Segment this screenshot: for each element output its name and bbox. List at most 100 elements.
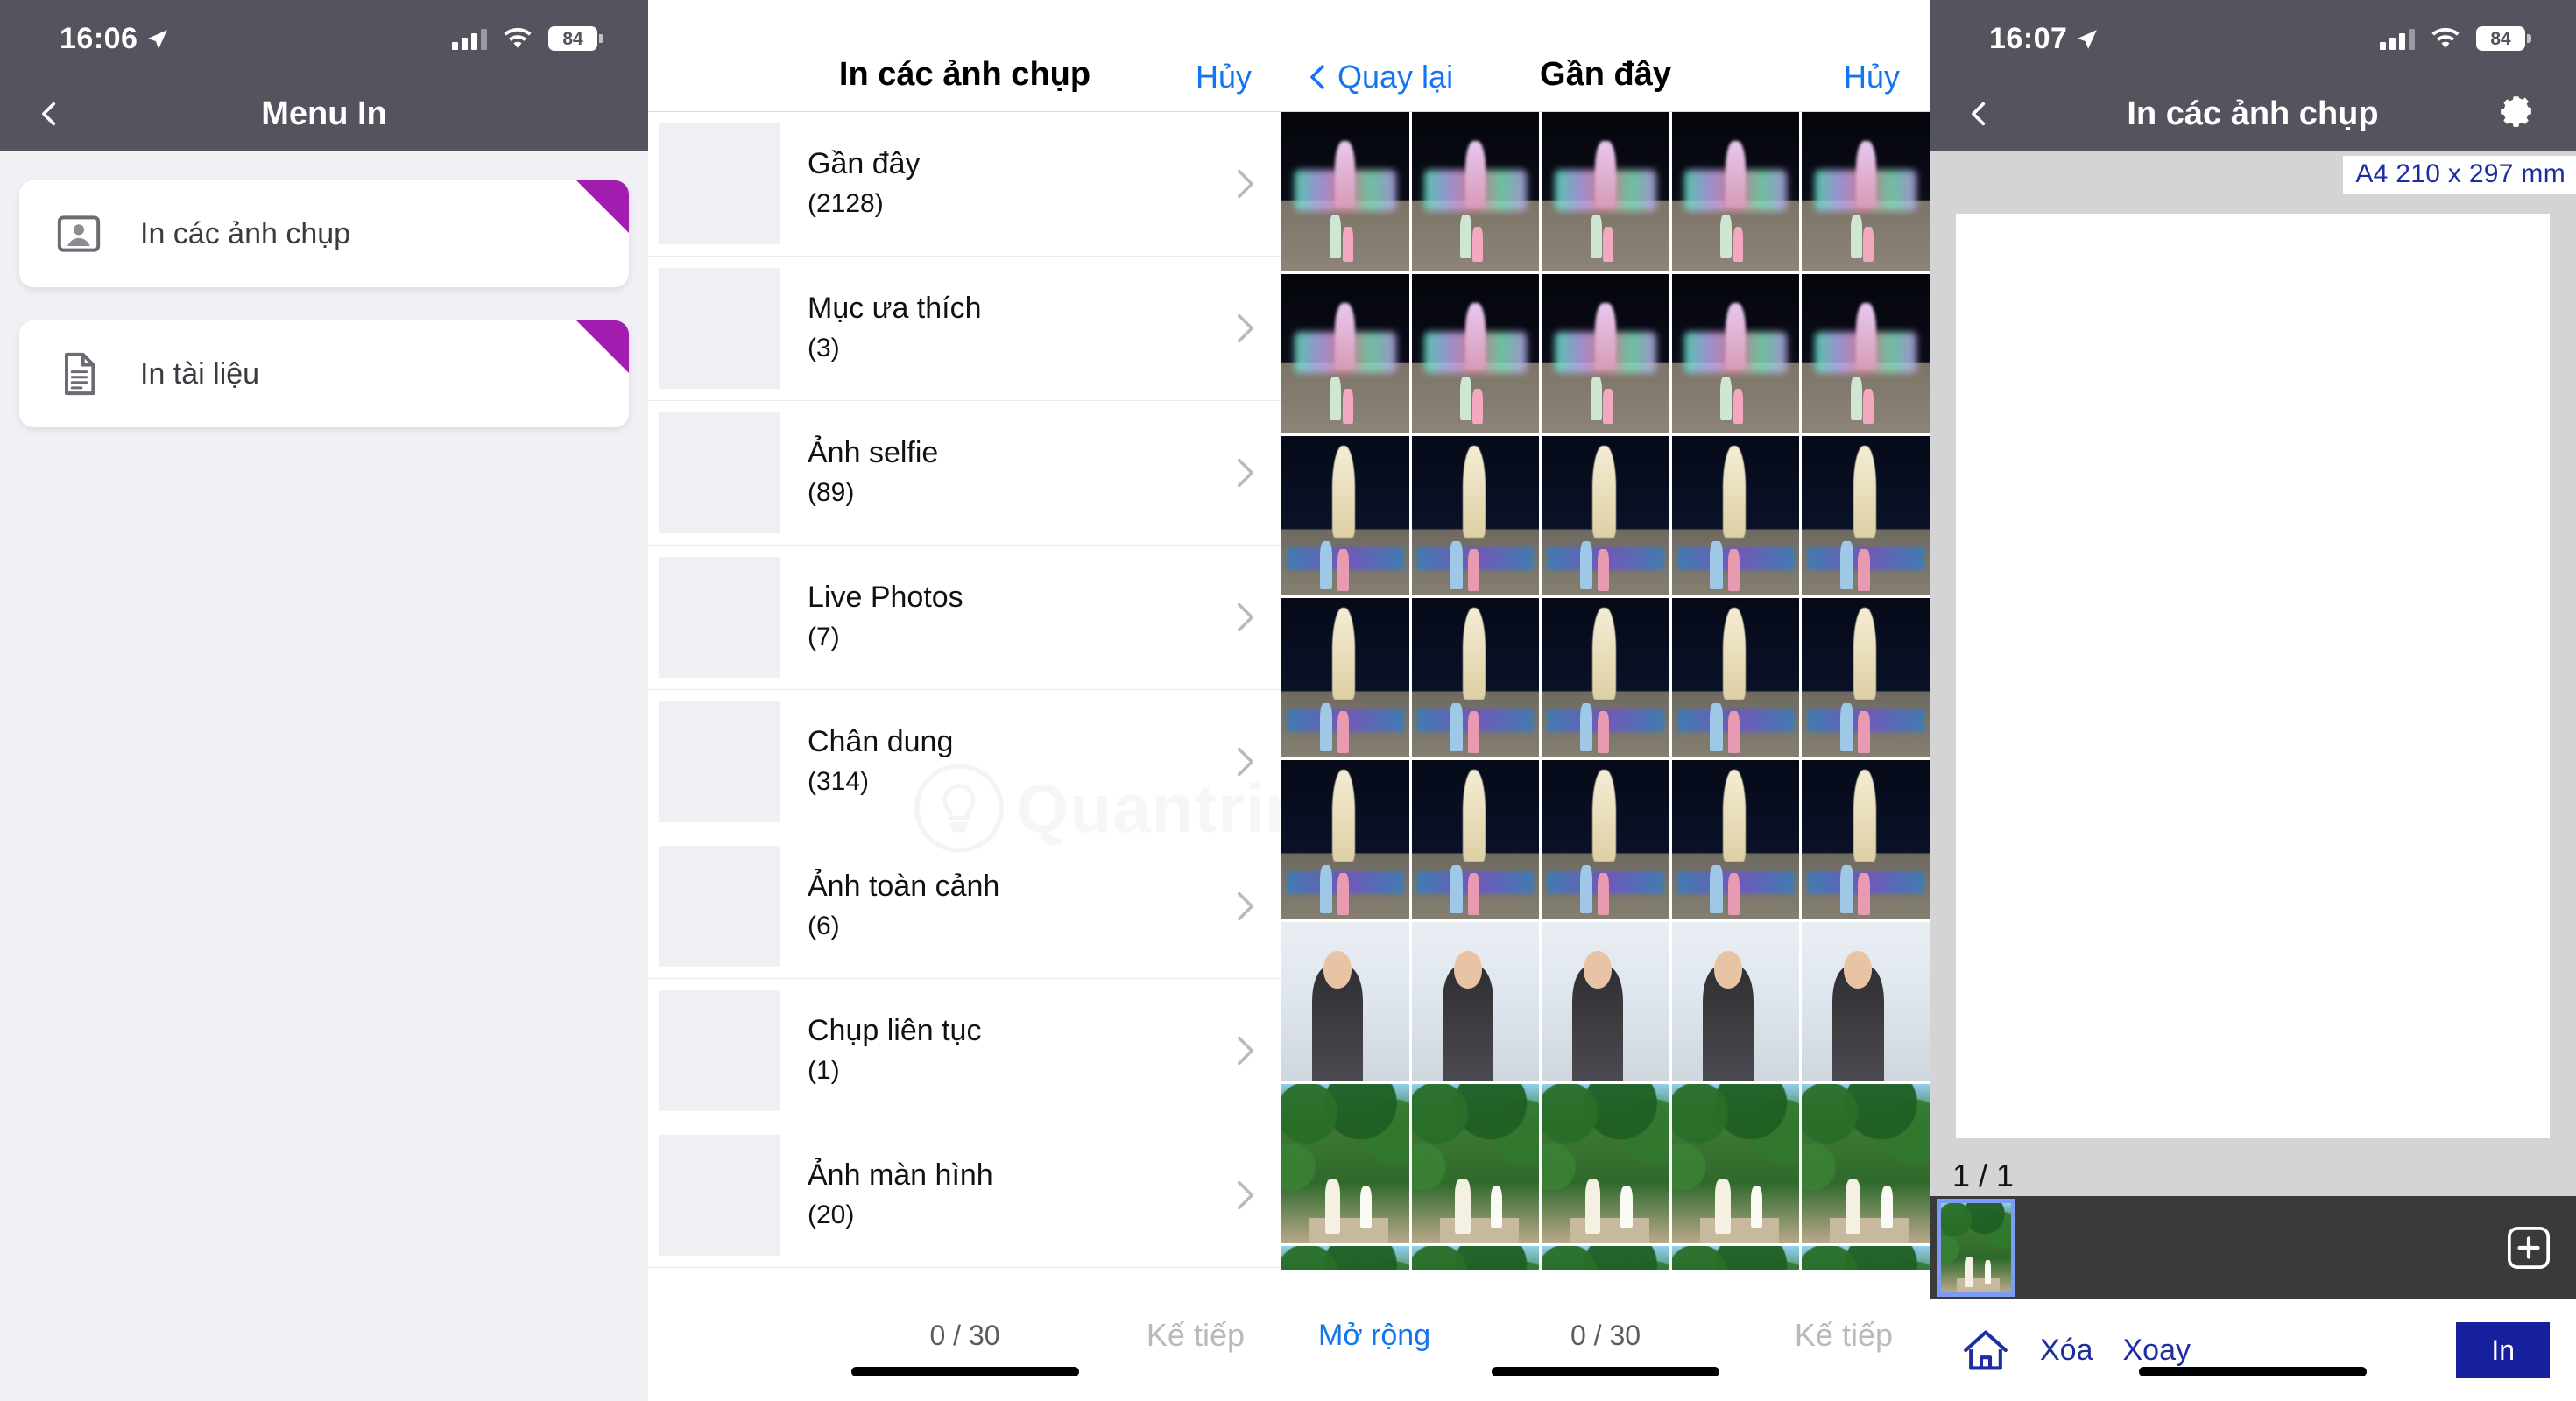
wifi-icon	[504, 27, 532, 48]
album-count: (7)	[808, 623, 840, 652]
list-item[interactable]: Ảnh toàn cảnh (6)	[648, 834, 1281, 979]
photo-grid-cell[interactable]	[1671, 598, 1800, 757]
photo-grid-cell[interactable]	[1671, 112, 1800, 271]
photo-grid-cell[interactable]	[1411, 760, 1540, 919]
list-item[interactable]: Chân dung (314)	[648, 690, 1281, 834]
photo-grid-cell[interactable]	[1542, 274, 1669, 433]
print-preview-page[interactable]	[1956, 214, 2550, 1138]
back-label: Quay lại	[1337, 59, 1454, 95]
battery-level: 84	[562, 28, 583, 49]
filmstrip[interactable]	[1930, 1196, 2576, 1299]
plus-box-icon[interactable]	[2504, 1223, 2553, 1272]
photo-grid-cell[interactable]	[1802, 760, 1930, 919]
gear-icon[interactable]	[2499, 95, 2537, 133]
document-icon	[65, 352, 95, 396]
photo-grid-cell[interactable]	[1802, 922, 1930, 1081]
photo-grid-cell[interactable]	[1542, 1084, 1669, 1243]
home-icon[interactable]	[1961, 1328, 2010, 1372]
photo-grid-cell[interactable]	[1281, 436, 1409, 595]
menu-item-label: In tài liệu	[140, 356, 260, 391]
photo-grid-cell[interactable]	[1802, 1084, 1930, 1243]
photo-grid-cell[interactable]	[1671, 1084, 1800, 1243]
photo-grid-cell[interactable]	[1671, 436, 1800, 595]
photo-grid-cell[interactable]	[1802, 274, 1930, 433]
photo-grid-cell[interactable]	[1802, 112, 1930, 271]
photo-grid-cell[interactable]	[1281, 922, 1409, 1081]
list-item[interactable]: Mục ưa thích (3)	[648, 257, 1281, 401]
list-item[interactable]: Live Photos (7)	[648, 546, 1281, 690]
photo-grid-cell[interactable]	[1411, 1084, 1540, 1243]
battery-icon: 84	[2476, 26, 2531, 51]
paper-size-badge[interactable]: A4 210 x 297 mm	[2343, 156, 2576, 194]
album-text: Live Photos (7)	[808, 578, 963, 658]
photo-grid-cell[interactable]	[1802, 436, 1930, 595]
album-text: Ảnh selfie (89)	[808, 433, 938, 513]
expand-button[interactable]: Mở rộng	[1318, 1319, 1430, 1353]
photo-grid-cell[interactable]	[1281, 1084, 1409, 1243]
status-left: 16:07	[1989, 22, 2099, 56]
cellular-signal-icon	[452, 27, 487, 50]
photo-grid-cell[interactable]	[1671, 274, 1800, 433]
rotate-button[interactable]: Xoay	[2123, 1334, 2191, 1368]
location-arrow-icon	[148, 30, 168, 49]
next-button[interactable]: Kế tiếp	[1795, 1317, 1893, 1354]
photo-grid-cell[interactable]	[1671, 760, 1800, 919]
photo-grid-cell[interactable]	[1411, 922, 1540, 1081]
photo-grid-cell[interactable]	[1802, 598, 1930, 757]
chevron-left-icon[interactable]	[1965, 99, 1994, 129]
menu-list: In các ảnh chụp In tài liệu	[0, 151, 648, 1401]
photo-grid-cell[interactable]	[1411, 1246, 1540, 1270]
chevron-left-icon[interactable]	[35, 99, 65, 129]
list-item[interactable]: Ảnh màn hình (20)	[648, 1123, 1281, 1268]
chevron-left-icon	[1310, 65, 1324, 89]
photo-grid-cell[interactable]	[1281, 112, 1409, 271]
album-count: (3)	[808, 334, 840, 363]
menu-item-print-photos[interactable]: In các ảnh chụp	[19, 180, 629, 287]
photo-grid-cell[interactable]	[1542, 1246, 1669, 1270]
photo-grid-cell[interactable]	[1802, 1246, 1930, 1270]
photo-grid-cell[interactable]	[1281, 274, 1409, 433]
chevron-right-icon	[1238, 1036, 1253, 1066]
menu-item-print-document[interactable]: In tài liệu	[19, 320, 629, 427]
photo-grid[interactable]	[1281, 112, 1930, 1270]
photo-grid-cell[interactable]	[1542, 760, 1669, 919]
list-item[interactable]: Ảnh selfie (89)	[648, 401, 1281, 546]
photo-grid-cell[interactable]	[1542, 436, 1669, 595]
album-list[interactable]: Gần đây (2128) Mục ưa thích (3) Ảnh self…	[648, 112, 1281, 1270]
photo-grid-cell[interactable]	[1411, 112, 1540, 271]
chevron-right-icon	[1238, 169, 1253, 199]
photo-grid-cell[interactable]	[1542, 922, 1669, 1081]
cancel-button[interactable]: Hủy	[1844, 59, 1900, 95]
photo-grid-cell[interactable]	[1411, 436, 1540, 595]
chevron-right-icon	[1238, 891, 1253, 921]
album-text: Gần đây (2128)	[808, 144, 921, 224]
photo-grid-cell[interactable]	[1281, 598, 1409, 757]
photo-grid-cell[interactable]	[1671, 1246, 1800, 1270]
photo-grid-cell[interactable]	[1542, 598, 1669, 757]
photo-grid-cell[interactable]	[1542, 112, 1669, 271]
delete-button[interactable]: Xóa	[2040, 1334, 2093, 1368]
photo-grid-cell[interactable]	[1671, 922, 1800, 1081]
back-button[interactable]: Quay lại	[1306, 59, 1453, 95]
album-name: Ảnh màn hình	[808, 1158, 993, 1192]
next-button[interactable]: Kế tiếp	[1147, 1317, 1245, 1354]
photo-grid-cell[interactable]	[1281, 760, 1409, 919]
list-item[interactable]: Chụp liên tục (1)	[648, 979, 1281, 1123]
wifi-icon	[2431, 27, 2460, 48]
album-count: (314)	[808, 767, 870, 797]
filmstrip-thumbnail[interactable]	[1937, 1199, 2015, 1297]
album-text: Chụp liên tục (1)	[808, 1011, 981, 1091]
album-count: (89)	[808, 478, 855, 508]
photo-grid-cell[interactable]	[1281, 1246, 1409, 1270]
cellular-signal-icon	[2380, 27, 2415, 50]
photo-grid-cell[interactable]	[1411, 598, 1540, 757]
footer-bar: 0 / 30 Kế tiếp	[648, 1270, 1281, 1401]
print-button[interactable]: In	[2456, 1322, 2550, 1378]
photo-grid-cell[interactable]	[1411, 274, 1540, 433]
chevron-right-icon	[1238, 602, 1253, 632]
list-item[interactable]: Gần đây (2128)	[648, 112, 1281, 257]
album-thumbnail	[659, 123, 780, 244]
album-text: Ảnh toàn cảnh (6)	[808, 867, 999, 947]
cancel-button[interactable]: Hủy	[1196, 59, 1252, 95]
album-name: Gần đây	[808, 146, 921, 180]
